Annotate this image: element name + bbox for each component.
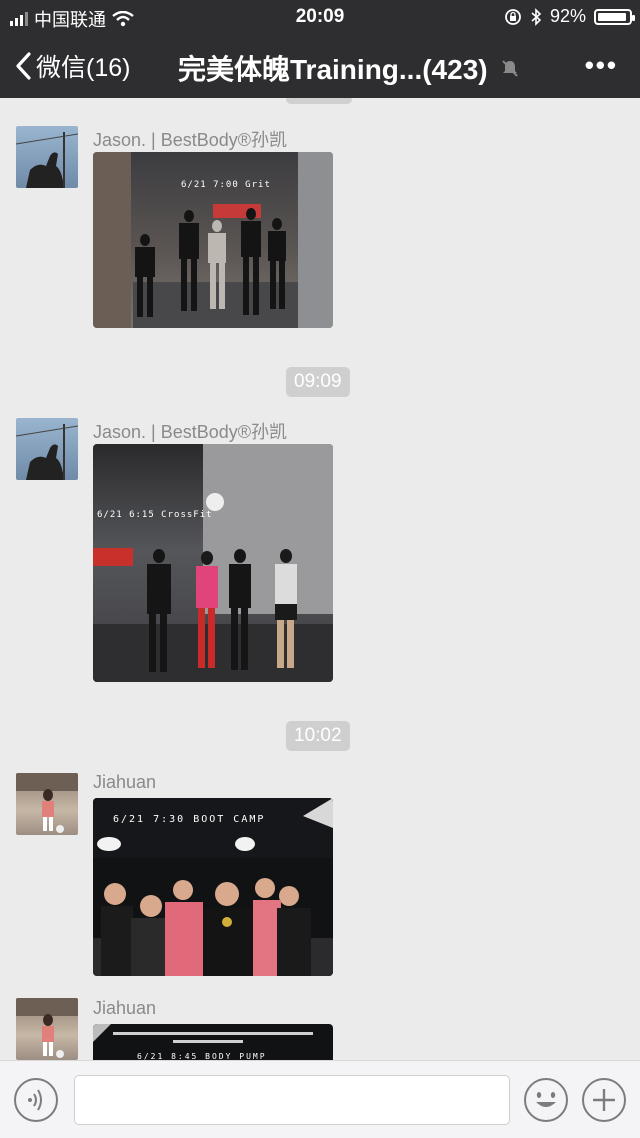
bluetooth-icon [531,7,542,26]
avatar[interactable] [16,773,78,835]
avatar[interactable] [16,998,78,1060]
avatar[interactable] [16,418,78,480]
top-bar: 中国联通 20:09 92% 微信(16) 完美体魄Training...(42… [0,0,640,98]
mute-bell-icon [501,60,518,77]
nav-bar: 微信(16) 完美体魄Training...(423) ••• [0,34,640,98]
avatar-image [16,424,78,480]
back-chevron-icon [16,52,31,80]
previous-timestamp-pill [286,98,352,104]
sender-name: Jiahuan [93,998,157,1018]
status-bar: 中国联通 20:09 92% [0,0,640,34]
timestamp-pill: 10:02 [286,721,350,751]
back-button[interactable]: 微信(16) [14,48,130,84]
plus-icon [593,1089,615,1111]
sender-name: Jason. | BestBody®孙凯 [93,130,288,150]
message-input[interactable] [74,1075,510,1125]
photo-message[interactable]: 6/21 7:00 Grit [93,152,333,328]
sender-name: Jason. | BestBody®孙凯 [93,422,288,442]
sender-name: Jiahuan [93,772,157,792]
avatar-image [16,132,78,188]
chat-title[interactable]: 完美体魄Training...(423) [178,48,520,88]
voice-icon [28,1089,42,1111]
avatar-image [16,773,78,833]
photo-message[interactable]: 6/21 6:15 CrossFit [93,444,333,682]
lock-rotation-icon [505,8,521,25]
emoji-button[interactable] [524,1078,568,1122]
input-bar [0,1060,640,1138]
chat-title-text: 完美体魄Training...(423) [178,54,488,85]
timestamp-pill: 09:09 [286,367,350,397]
emoji-icon [536,1092,556,1107]
back-label: 微信(16) [36,54,131,82]
photo-image [93,444,333,682]
photo-caption: 6/21 6:15 CrossFit [97,510,213,520]
battery-icon [594,8,635,25]
voice-button[interactable] [14,1078,58,1122]
more-dots-icon[interactable]: ••• [585,50,618,81]
chat-area[interactable]: Jason. | BestBody®孙凯 6/21 7:00 Grit 09:0… [0,98,640,1060]
battery-percent: 92% [549,6,586,26]
photo-caption: 6/21 8:45 BODY PUMP [137,1052,267,1060]
photo-caption: 6/21 7:30 BOOT CAMP [113,814,266,825]
photo-message[interactable]: 6/21 7:30 BOOT CAMP [93,798,333,976]
photo-message[interactable]: 6/21 8:45 BODY PUMP [93,1024,333,1060]
avatar[interactable] [16,126,78,188]
photo-caption: 6/21 7:00 Grit [181,180,271,190]
plus-button[interactable] [582,1078,626,1122]
avatar-image [16,998,78,1058]
status-right: 92% [504,6,635,27]
photo-image [93,152,333,328]
